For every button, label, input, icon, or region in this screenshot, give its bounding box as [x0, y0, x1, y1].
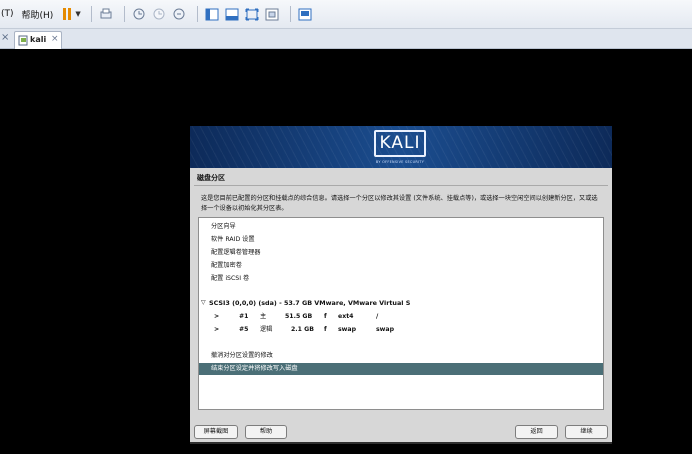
- toolbar-separator: [289, 6, 291, 22]
- fullscreen-icon[interactable]: [244, 6, 261, 23]
- partition-list[interactable]: 分区向导 软件 RAID 设置 配置逻辑卷管理器 配置加密卷 配置 iSCSI …: [198, 217, 604, 410]
- partition-row[interactable]: > #5 逻辑 2.1 GB f swap swap: [199, 324, 603, 336]
- screenshot-button[interactable]: 屏幕截图: [194, 425, 238, 439]
- installer-bottom-edge: [190, 442, 612, 444]
- expand-triangle-icon: ▽: [201, 299, 206, 306]
- list-item-iscsi[interactable]: 配置 iSCSI 卷: [199, 273, 603, 285]
- view-console-icon[interactable]: [224, 6, 241, 23]
- kali-banner: KALI BY OFFENSIVE SECURITY: [190, 126, 612, 168]
- revert-snapshot-icon[interactable]: [151, 6, 168, 23]
- list-item-lvm[interactable]: 配置逻辑卷管理器: [199, 247, 603, 259]
- description-text: 这是您目前已配置的分区和挂载点的综合信息。请选择一个分区以修改其设置 (文件系统…: [201, 195, 598, 212]
- menu-tools[interactable]: (T): [1, 9, 14, 19]
- toolbar-separator: [90, 6, 92, 22]
- list-item-finish[interactable]: 结束分区设定并将修改写入磁盘: [199, 363, 603, 375]
- logo-tagline: BY OFFENSIVE SECURITY: [375, 160, 425, 164]
- divider: [194, 185, 608, 186]
- unity-icon[interactable]: [264, 6, 281, 23]
- kali-logo: KALI: [374, 130, 426, 157]
- snapshot-icon[interactable]: [131, 6, 148, 23]
- continue-button[interactable]: 继续: [565, 425, 608, 439]
- list-item-crypto[interactable]: 配置加密卷: [199, 260, 603, 272]
- view-sidebar-icon[interactable]: [204, 6, 221, 23]
- close-icon[interactable]: ×: [1, 32, 9, 43]
- help-button[interactable]: 帮助: [245, 425, 287, 439]
- menu-help[interactable]: 帮助(H): [22, 8, 54, 21]
- pause-icon[interactable]: [63, 8, 72, 20]
- list-item-undo[interactable]: 撤消对分区设置的修改: [199, 350, 603, 362]
- partition-row[interactable]: > #1 主 51.5 GB f ext4 /: [199, 311, 603, 323]
- close-icon[interactable]: ×: [51, 34, 59, 44]
- disk-row[interactable]: ▽ SCSI3 (0,0,0) (sda) - 53.7 GB VMware, …: [199, 297, 603, 309]
- tab-kali[interactable]: kali ×: [14, 31, 62, 49]
- chevron-down-icon[interactable]: ▼: [75, 10, 80, 18]
- send-keys-icon[interactable]: [98, 6, 115, 23]
- thumbnail-view-icon[interactable]: [297, 6, 314, 23]
- vmware-toolbar: (T) 帮助(H) ▼: [0, 0, 692, 29]
- tab-bar: × kali ×: [0, 29, 692, 49]
- vm-icon: [18, 35, 28, 48]
- list-item-guided[interactable]: 分区向导: [199, 221, 603, 233]
- page-title: 磁盘分区: [197, 174, 225, 182]
- back-button[interactable]: 返回: [515, 425, 558, 439]
- tab-label: kali: [30, 35, 47, 44]
- list-item-raid[interactable]: 软件 RAID 设置: [199, 234, 603, 246]
- disk-label: SCSI3 (0,0,0) (sda) - 53.7 GB VMware, VM…: [209, 299, 411, 307]
- snapshot-manager-icon[interactable]: [171, 6, 188, 23]
- installer-window: KALI BY OFFENSIVE SECURITY 磁盘分区 这是您目前已配置…: [190, 126, 612, 444]
- toolbar-separator: [123, 6, 125, 22]
- toolbar-separator: [196, 6, 198, 22]
